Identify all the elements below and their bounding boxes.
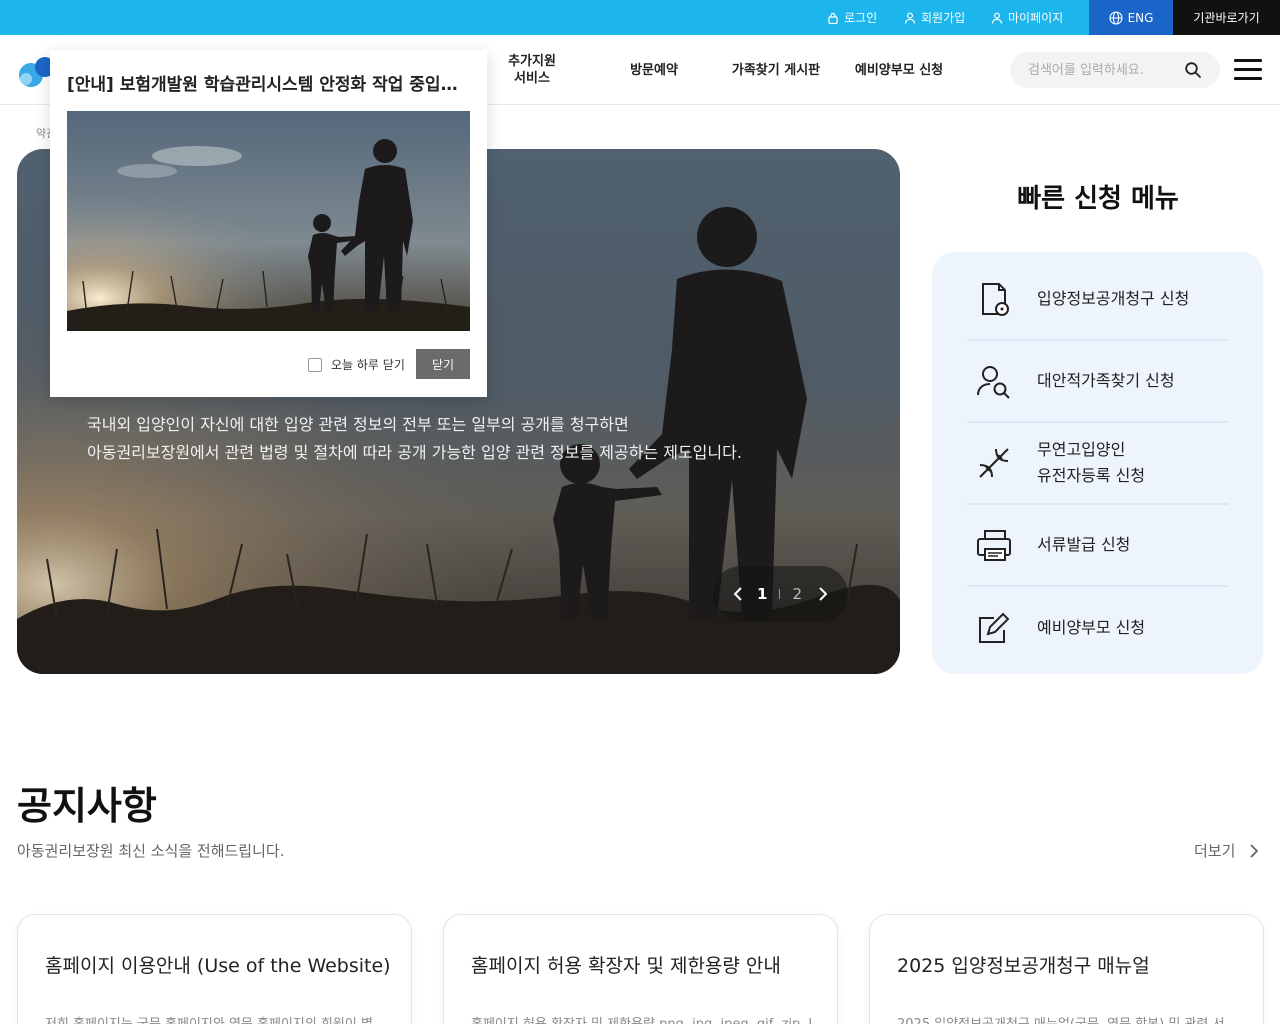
notice-popup: [안내] 보험개발원 학습관리시스템 안정화 작업 중입니다 오늘 하루 닫기 …	[50, 50, 487, 397]
notice-card[interactable]: 홈페이지 이용안내 (Use of the Website) 저희 홈페이지는 …	[17, 914, 412, 1024]
menu-icon[interactable]	[1234, 59, 1262, 81]
quick-item-label: 서류발급 신청	[1037, 535, 1131, 554]
hero-description: 국내외 입양인이 자신에 대한 입양 관련 정보의 전부 또는 일부의 공개를 …	[87, 411, 742, 467]
popup-close-button[interactable]: 닫기	[416, 349, 470, 379]
user-icon	[991, 12, 1003, 24]
notice-card-title: 2025 입양정보공개청구 매뉴얼	[897, 955, 1150, 977]
language-label: ENG	[1127, 10, 1154, 25]
nav-label: 가족찾기 게시판	[731, 62, 821, 78]
chevron-right-icon[interactable]	[810, 581, 836, 607]
nav-label: 예비양부모 신청	[854, 62, 944, 78]
nav-label: 방문예약	[630, 62, 678, 78]
notice-title: 공지사항	[17, 784, 157, 828]
popup-image	[67, 111, 470, 331]
mypage-label: 마이페이지	[1008, 11, 1064, 25]
nav-family-search-board[interactable]: 가족찾기 게시판	[726, 35, 826, 105]
person-search-icon	[977, 366, 1010, 399]
quick-item-label: 대안적가족찾기 신청	[1037, 371, 1175, 390]
checkbox-box[interactable]	[308, 357, 322, 372]
hero-pager: 1 2	[713, 566, 848, 622]
notice-card-body: 저희 홈페이지는 국문 홈페이지와 영문 홈페이지의 회원이 별	[45, 1013, 385, 1024]
top-utility-bar: 로그인 회원가입 마이페이지 ENG 기관바로가기	[0, 0, 1280, 35]
notice-card-title: 홈페이지 이용안내 (Use of the Website)	[45, 955, 391, 977]
quick-item-document-issue[interactable]: 서류발급 신청	[967, 505, 1228, 587]
printer-icon	[977, 530, 1011, 561]
more-link[interactable]: 더보기	[1194, 840, 1259, 861]
dna-icon	[979, 448, 1009, 478]
notice-card-title: 홈페이지 허용 확장자 및 제한용량 안내	[471, 955, 781, 977]
institution-shortcut-label: 기관바로가기	[1193, 11, 1260, 25]
hero-description-line: 국내외 입양인이 자신에 대한 입양 관련 정보의 전부 또는 일부의 공개를 …	[87, 415, 629, 434]
edit-icon	[979, 612, 1010, 643]
lock-icon	[828, 12, 838, 24]
institution-shortcut-button[interactable]: 기관바로가기	[1173, 0, 1280, 35]
quick-item-label: 입양정보공개청구 신청	[1037, 289, 1190, 308]
quick-item-dna-registration[interactable]: 무연고입양인 유전자등록 신청	[967, 423, 1228, 505]
quick-item-family-search[interactable]: 대안적가족찾기 신청	[967, 341, 1228, 423]
chevron-right-icon	[1250, 843, 1259, 858]
pager-current: 1	[757, 585, 768, 603]
pager-total: 2	[792, 585, 802, 603]
popup-title: [안내] 보험개발원 학습관리시스템 안정화 작업 중입니다	[67, 75, 467, 95]
quick-item-prospective-parents[interactable]: 예비양부모 신청	[967, 587, 1228, 669]
quick-item-label: 예비양부모 신청	[1037, 618, 1146, 637]
dont-show-today-label: 오늘 하루 닫기	[331, 358, 405, 372]
document-lock-icon	[982, 283, 1009, 316]
notice-card-body: 2025 입양정보공개청구 매뉴얼(국문, 영문 합본) 및 관련 서	[897, 1013, 1237, 1024]
join-label: 회원가입	[921, 11, 966, 25]
notice-card[interactable]: 홈페이지 허용 확장자 및 제한용량 안내 홈페이지 허용 확장자 및 제한용량…	[443, 914, 838, 1024]
login-label: 로그인	[844, 11, 878, 25]
more-label: 더보기	[1194, 842, 1236, 860]
nav-additional-services[interactable]: 추가지원 서비스	[492, 35, 572, 105]
user-icon	[904, 12, 916, 24]
mypage-link[interactable]: 마이페이지	[991, 0, 1063, 35]
join-link[interactable]: 회원가입	[904, 0, 965, 35]
hero-description-line: 아동권리보장원에서 관련 법령 및 절차에 따라 공개 가능한 입양 관련 정보…	[87, 443, 742, 462]
globe-icon	[1109, 10, 1123, 25]
dont-show-today-checkbox[interactable]: 오늘 하루 닫기	[308, 356, 405, 373]
nav-prospective-parents[interactable]: 예비양부모 신청	[848, 35, 950, 105]
nav-label: 추가지원 서비스	[508, 54, 556, 86]
search-icon[interactable]	[1184, 61, 1202, 79]
login-link[interactable]: 로그인	[827, 0, 877, 35]
notice-card-body: 홈페이지 허용 확장자 및 제한용량 png, jpg, jpeg, gif, …	[471, 1013, 811, 1024]
quick-menu: 입양정보공개청구 신청 대안적가족찾기 신청 무연고입양인 유전자등록 신청 서…	[932, 252, 1263, 674]
notice-subtitle: 아동권리보장원 최신 소식을 전해드립니다.	[17, 842, 285, 860]
language-button[interactable]: ENG	[1089, 0, 1173, 35]
chevron-left-icon[interactable]	[725, 581, 751, 607]
quick-item-label: 무연고입양인 유전자등록 신청	[1037, 440, 1146, 485]
notice-card[interactable]: 2025 입양정보공개청구 매뉴얼 2025 입양정보공개청구 매뉴얼(국문, …	[869, 914, 1264, 1024]
quick-item-adoption-info[interactable]: 입양정보공개청구 신청	[967, 259, 1228, 341]
quick-menu-title: 빠른 신청 메뉴	[1017, 184, 1179, 214]
pager-divider	[779, 589, 781, 599]
nav-visit-reservation[interactable]: 방문예약	[614, 35, 694, 105]
